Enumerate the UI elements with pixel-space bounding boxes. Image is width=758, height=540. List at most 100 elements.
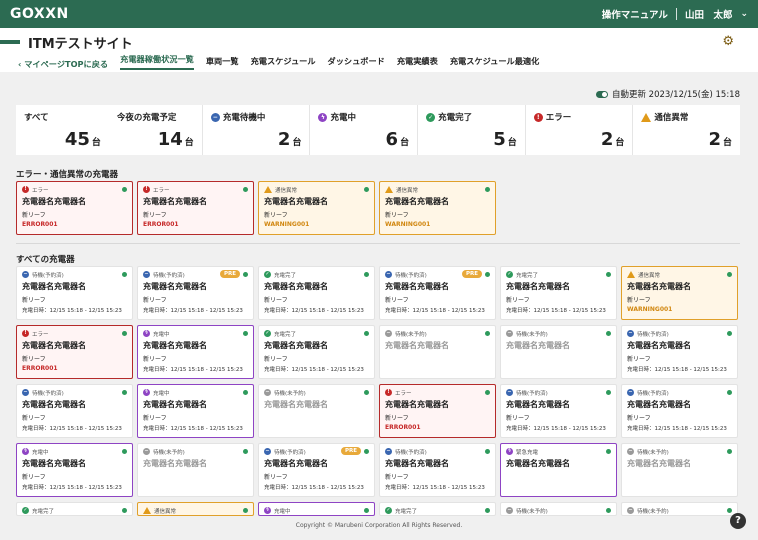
minus-icon: − [506, 507, 513, 514]
charger-card[interactable]: − 待機(予約済) PRE 充電器名充電器名 新リーフ 充電日時：12/15 15:18 … [137, 266, 254, 320]
all-section-title: すべての充電器 [16, 255, 75, 265]
card-name: 充電器名充電器名 [385, 282, 449, 291]
card-status-label: 待機(未予約) [274, 390, 306, 397]
tab-vehicles[interactable]: 車両一覧 [206, 55, 239, 70]
summary-tonight[interactable]: 今夜の充電予定 14 台 [109, 105, 202, 155]
warning-icon [264, 186, 272, 193]
card-name: 充電器名充電器名 [506, 459, 570, 468]
charger-card[interactable]: ϟ 充電中 充電器名充電器名 新リーフ 充電日時：12/15 15:18 - 12/15… [137, 384, 254, 438]
summary-charging[interactable]: ϟ 充電中 6台 [310, 105, 419, 155]
charger-card[interactable]: 通信異常 充電器名充電器名 新リーフ WARNING001 [258, 181, 375, 235]
charger-card[interactable]: ! エラー 充電器名充電器名 新リーフ ERROR001 [16, 325, 133, 379]
card-status-label: 待機(予約済) [637, 331, 669, 338]
online-dot [122, 449, 127, 454]
back-link[interactable]: ‹ マイページTOPに戻る [18, 58, 108, 70]
separator [675, 8, 677, 20]
summary-done[interactable]: ✓ 充電完了 5台 [418, 105, 526, 155]
check-icon: ✓ [264, 330, 271, 337]
summary-charging-label: 充電中 [330, 113, 356, 123]
minus-icon: − [22, 271, 29, 278]
online-dot [485, 331, 490, 336]
card-status: ϟ 充電中 [22, 447, 127, 456]
charger-card[interactable]: − 待機(予約済) PRE 充電器名充電器名 新リーフ 充電日時：12/15 15:18 … [379, 266, 496, 320]
online-dot [606, 390, 611, 395]
summary-error[interactable]: ! エラー 2台 [526, 105, 634, 155]
summary-tonight-label: 今夜の充電予定 [116, 113, 177, 123]
gear-icon[interactable]: ⚙ [722, 34, 734, 49]
tab-schedule[interactable]: 充電スケジュール [251, 55, 316, 70]
card-status-label: 待機(未予約) [153, 449, 185, 456]
tab-results[interactable]: 充電実績表 [397, 55, 438, 70]
card-status: ϟ 充電中 [143, 329, 248, 338]
manual-link[interactable]: 操作マニュアル [602, 7, 668, 21]
card-name: 充電器名充電器名 [264, 197, 328, 206]
card-status: − 待機(予約済) [22, 270, 127, 279]
online-dot [485, 508, 490, 513]
error-icon: ! [143, 186, 150, 193]
charger-card[interactable]: − 待機(予約済) 充電器名充電器名 新リーフ 充電日時：12/15 15:18 - 1… [621, 384, 738, 438]
charger-card[interactable]: ✓ 充電完了 充電器名充電器名 新リーフ 充電日時：12/15 15:18 - 12/1… [258, 325, 375, 379]
card-status: − 待機(予約済) [385, 447, 490, 456]
user-name[interactable]: 山田 太郎 [685, 7, 733, 21]
charger-card[interactable]: − 待機(予約済) 充電器名充電器名 新リーフ 充電日時：12/15 15:18 - 1… [621, 325, 738, 379]
tab-optimization[interactable]: 充電スケジュール最適化 [450, 55, 540, 70]
chevron-down-icon[interactable]: ⌄ [740, 9, 748, 19]
charger-card[interactable]: − 待機(未予約) [621, 502, 738, 516]
card-name: 充電器名充電器名 [143, 341, 207, 350]
tab-charger-status[interactable]: 充電器稼働状況一覧 [120, 53, 194, 70]
charger-card[interactable]: ✓ 充電完了 [16, 502, 133, 516]
online-dot [243, 449, 248, 454]
card-time: 充電日時：12/15 15:18 - 12/15 15:23 [385, 308, 485, 314]
charger-card[interactable]: ϟ 充電中 充電器名充電器名 新リーフ 充電日時：12/15 15:18 - 12/15… [16, 443, 133, 497]
online-dot [122, 272, 127, 277]
card-status-label: 待機(予約済) [516, 390, 548, 397]
charger-card[interactable]: 通信異常 充電器名充電器名 新リーフ WARNING001 [621, 266, 738, 320]
card-vehicle: 新リーフ [385, 415, 409, 422]
top-right: 操作マニュアル 山田 太郎 ⌄ [602, 7, 748, 21]
card-vehicle: 新リーフ [143, 356, 167, 363]
charger-card[interactable]: ! エラー 充電器名充電器名 新リーフ ERROR001 [137, 181, 254, 235]
back-label: マイページTOPに戻る [24, 59, 109, 69]
charger-card[interactable]: 通信異常 充電器名充電器名 新リーフ WARNING001 [379, 181, 496, 235]
summary-all[interactable]: すべて 45 台 [16, 105, 109, 155]
charger-card[interactable]: ✓ 充電完了 [379, 502, 496, 516]
card-code: ERROR001 [22, 221, 58, 228]
charger-card[interactable]: − 待機(未予約) 充電器名充電器名 [258, 384, 375, 438]
charger-card[interactable]: ✓ 充電完了 充電器名充電器名 新リーフ 充電日時：12/15 15:18 - 12/1… [500, 266, 617, 320]
charger-card[interactable]: − 待機(予約済) 充電器名充電器名 新リーフ 充電日時：12/15 15:18 - 1… [379, 443, 496, 497]
charger-card[interactable]: − 待機(予約済) 充電器名充電器名 新リーフ 充電日時：12/15 15:18 - 1… [500, 384, 617, 438]
charger-card[interactable]: − 待機(未予約) 充電器名充電器名 [621, 443, 738, 497]
card-vehicle: 新リーフ [627, 297, 651, 304]
charger-card[interactable]: − 待機(予約済) 充電器名充電器名 新リーフ 充電日時：12/15 15:18 - 1… [16, 384, 133, 438]
charger-card[interactable]: − 待機(予約済) PRE 充電器名充電器名 新リーフ 充電日時：12/15 15:18 … [258, 443, 375, 497]
card-vehicle: 新リーフ [143, 415, 167, 422]
charger-card[interactable]: ϟ 充電中 充電器名充電器名 新リーフ 充電日時：12/15 15:18 - 12/15… [137, 325, 254, 379]
card-status-label: 通信異常 [275, 187, 298, 194]
card-name: 充電器名充電器名 [627, 341, 691, 350]
card-vehicle: 新リーフ [264, 474, 288, 481]
summary-wait[interactable]: − 充電待機中 2台 [203, 105, 311, 155]
summary-warn[interactable]: 通信異常 2台 [633, 105, 740, 155]
charger-card[interactable]: − 待機(未予約) [500, 502, 617, 516]
charger-card[interactable]: − 待機(予約済) 充電器名充電器名 新リーフ 充電日時：12/15 15:18 - 1… [16, 266, 133, 320]
check-icon: ✓ [22, 507, 29, 514]
charger-card[interactable]: 通信異常 [137, 502, 254, 516]
auto-update-toggle[interactable] [595, 90, 608, 98]
charger-card[interactable]: − 待機(未予約) 充電器名充電器名 [500, 325, 617, 379]
charger-card[interactable]: − 待機(未予約) 充電器名充電器名 [137, 443, 254, 497]
help-icon[interactable]: ? [730, 513, 746, 529]
card-status-label: 充電完了 [516, 272, 539, 279]
tab-dashboard[interactable]: ダッシュボード [328, 55, 385, 70]
charger-card[interactable]: − 待機(未予約) 充電器名充電器名 [379, 325, 496, 379]
charger-card[interactable]: ϟ 緊急充電 充電器名充電器名 [500, 443, 617, 497]
warning-icon [385, 186, 393, 193]
charger-card[interactable]: ! エラー 充電器名充電器名 新リーフ ERROR001 [379, 384, 496, 438]
charger-card[interactable]: ! エラー 充電器名充電器名 新リーフ ERROR001 [16, 181, 133, 235]
minus-icon: − [22, 389, 29, 396]
online-dot [243, 272, 248, 277]
minus-icon: − [627, 330, 634, 337]
divider [16, 243, 740, 244]
charger-card[interactable]: ✓ 充電完了 充電器名充電器名 新リーフ 充電日時：12/15 15:18 - 12/1… [258, 266, 375, 320]
card-name: 充電器名充電器名 [22, 459, 86, 468]
charger-card[interactable]: ϟ 充電中 [258, 502, 375, 516]
